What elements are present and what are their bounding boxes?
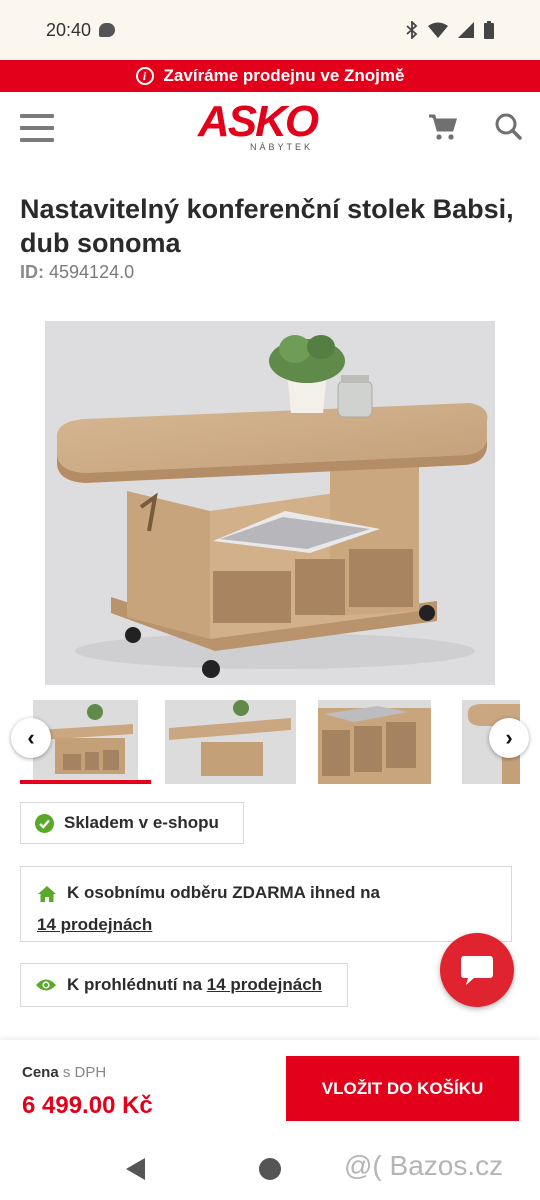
- watermark: @( Bazos.cz: [344, 1150, 504, 1181]
- stock-status: Skladem v e-shopu: [20, 802, 244, 844]
- thumbnail-strip: [0, 700, 540, 786]
- status-time: 20:40: [46, 19, 92, 40]
- cart-icon[interactable]: [428, 112, 458, 142]
- pickup-info: K osobnímu odběru ZDARMA ihned na 14 pro…: [20, 866, 512, 942]
- home-icon: [38, 885, 56, 902]
- gallery-prev-button[interactable]: ‹: [11, 718, 51, 758]
- view-info: K prohlédnutí na 14 prodejnách: [20, 963, 348, 1007]
- eye-icon: [36, 979, 56, 991]
- logo-text: ASKO: [198, 97, 319, 146]
- back-icon[interactable]: [126, 1158, 145, 1180]
- signal-icon: [458, 22, 474, 38]
- table-illustration: [45, 321, 495, 685]
- stock-text: Skladem v e-shopu: [64, 813, 219, 832]
- product-main-image[interactable]: [45, 321, 495, 685]
- view-stores-link[interactable]: 14 prodejnách: [207, 975, 322, 995]
- message-icon: [99, 23, 116, 37]
- view-text: K prohlédnutí na: [67, 975, 203, 994]
- announcement-banner[interactable]: i Zavíráme prodejnu ve Znojmě: [0, 60, 540, 92]
- pickup-stores-link[interactable]: 14 prodejnách: [37, 915, 152, 934]
- battery-icon: [484, 21, 494, 39]
- add-to-cart-button[interactable]: VLOŽIT DO KOŠÍKU: [286, 1056, 519, 1121]
- wifi-icon: [428, 22, 448, 38]
- price-label-suffix: s DPH: [62, 1064, 107, 1081]
- gallery-next-button[interactable]: ›: [489, 718, 529, 758]
- bluetooth-icon: [406, 21, 418, 39]
- announcement-text: Zavíráme prodejnu ve Znojmě: [163, 66, 405, 85]
- thumbnail-active-indicator: [20, 780, 151, 784]
- pickup-text: K osobnímu odběru ZDARMA ihned na: [67, 883, 380, 902]
- chat-bubble-icon: [461, 956, 493, 985]
- product-id-label: ID:: [20, 262, 44, 282]
- price-label: Cena s DPH: [22, 1064, 106, 1081]
- asko-logo[interactable]: ASKO NÁBYTEK: [198, 100, 344, 156]
- check-circle-icon: [35, 813, 54, 833]
- home-button-icon[interactable]: [259, 1158, 281, 1180]
- status-icons: [406, 21, 494, 39]
- price-value: 6 499.00 Kč: [22, 1092, 153, 1119]
- thumbnail-2[interactable]: [165, 700, 296, 784]
- status-bar: 20:40: [0, 0, 540, 60]
- site-header: ASKO NÁBYTEK: [0, 92, 540, 164]
- info-icon: i: [135, 67, 154, 85]
- price-bar: Cena s DPH 6 499.00 Kč VLOŽIT DO KOŠÍKU: [0, 1040, 540, 1140]
- product-id: ID: 4594124.0: [20, 262, 134, 283]
- chat-button[interactable]: [440, 933, 514, 1007]
- search-icon[interactable]: [494, 112, 522, 140]
- product-id-value: 4594124.0: [49, 262, 135, 282]
- product-title: Nastavitelný konferenční stolek Babsi, d…: [20, 194, 514, 258]
- logo-subtitle: NÁBYTEK: [250, 142, 314, 152]
- price-label-text: Cena: [22, 1064, 59, 1081]
- thumbnail-3[interactable]: [318, 700, 431, 784]
- hamburger-icon[interactable]: [20, 114, 54, 142]
